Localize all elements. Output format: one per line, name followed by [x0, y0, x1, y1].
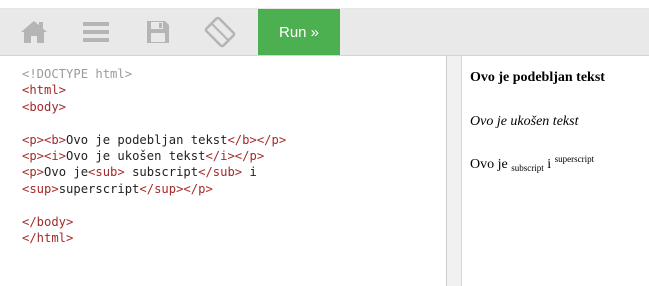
home-icon — [21, 21, 47, 43]
top-strip — [0, 0, 649, 9]
sub-sup-paragraph: Ovo je subscript i superscript — [470, 154, 594, 173]
italic-text: Ovo je ukošen tekst — [470, 114, 579, 129]
editor-scrollbar[interactable] — [447, 56, 462, 286]
code-doctype: <!DOCTYPE html> — [22, 67, 133, 81]
toolbar: Run » — [0, 9, 649, 56]
code-tag: </b></p> — [227, 132, 287, 147]
code-tag: </body> — [22, 214, 74, 229]
code-text: Ovo je — [44, 165, 89, 180]
code-text: Ovo je podebljan tekst — [66, 132, 228, 147]
code-tag: <p> — [22, 165, 45, 180]
code-tag: <html> — [22, 83, 67, 98]
code-text: subscript — [124, 165, 199, 180]
code-tag: </i></p> — [205, 148, 265, 163]
code-line: </html> — [22, 230, 286, 246]
code-tag: </sup></p> — [139, 181, 213, 196]
code-line: </body> — [22, 214, 286, 230]
sub-sup-mid: i — [547, 157, 552, 172]
code-line: <html> — [22, 82, 286, 98]
code-listing[interactable]: <!DOCTYPE html> <html> <body> <p><b>Ovo je… — [22, 66, 286, 246]
code-tag: <sup> — [22, 181, 59, 196]
code-text: Ovo je ukošen tekst — [66, 148, 206, 163]
code-tag: </html> — [22, 230, 74, 245]
subscript-text: subscript — [511, 163, 544, 173]
save-icon — [147, 21, 169, 43]
code-tag: <p><b> — [22, 132, 67, 147]
menu-icon — [83, 22, 109, 42]
code-line: <p><b>Ovo je podebljan tekst</b></p> — [22, 132, 286, 148]
code-line: <p><i>Ovo je ukošen tekst</i></p> — [22, 148, 286, 164]
run-button[interactable]: Run » — [258, 9, 340, 55]
sub-sup-prefix: Ovo je — [470, 157, 508, 172]
rotate-icon — [204, 16, 236, 48]
code-tag: </sub> — [198, 165, 243, 180]
code-line: <p>Ovo je<sub> subscript</sub> i — [22, 164, 286, 180]
superscript-text: superscript — [554, 154, 595, 164]
code-line: <body> — [22, 99, 286, 115]
italic-paragraph: Ovo je ukošen tekst — [470, 114, 578, 130]
code-text: i — [242, 165, 257, 180]
code-text: superscript — [58, 181, 140, 196]
code-tag: <p><i> — [22, 148, 67, 163]
code-line: <sup>superscript</sup></p> — [22, 181, 286, 197]
code-tag: <body> — [22, 99, 67, 114]
bold-text: Ovo je podebljan tekst — [470, 70, 605, 85]
rotate-layout-button[interactable] — [190, 9, 250, 55]
code-tag: <sub> — [88, 165, 125, 180]
code-line: <!DOCTYPE html> — [22, 66, 286, 82]
menu-button[interactable] — [66, 9, 126, 55]
bold-paragraph: Ovo je podebljan tekst — [470, 70, 605, 86]
home-button[interactable] — [4, 9, 64, 55]
save-button[interactable] — [128, 9, 188, 55]
